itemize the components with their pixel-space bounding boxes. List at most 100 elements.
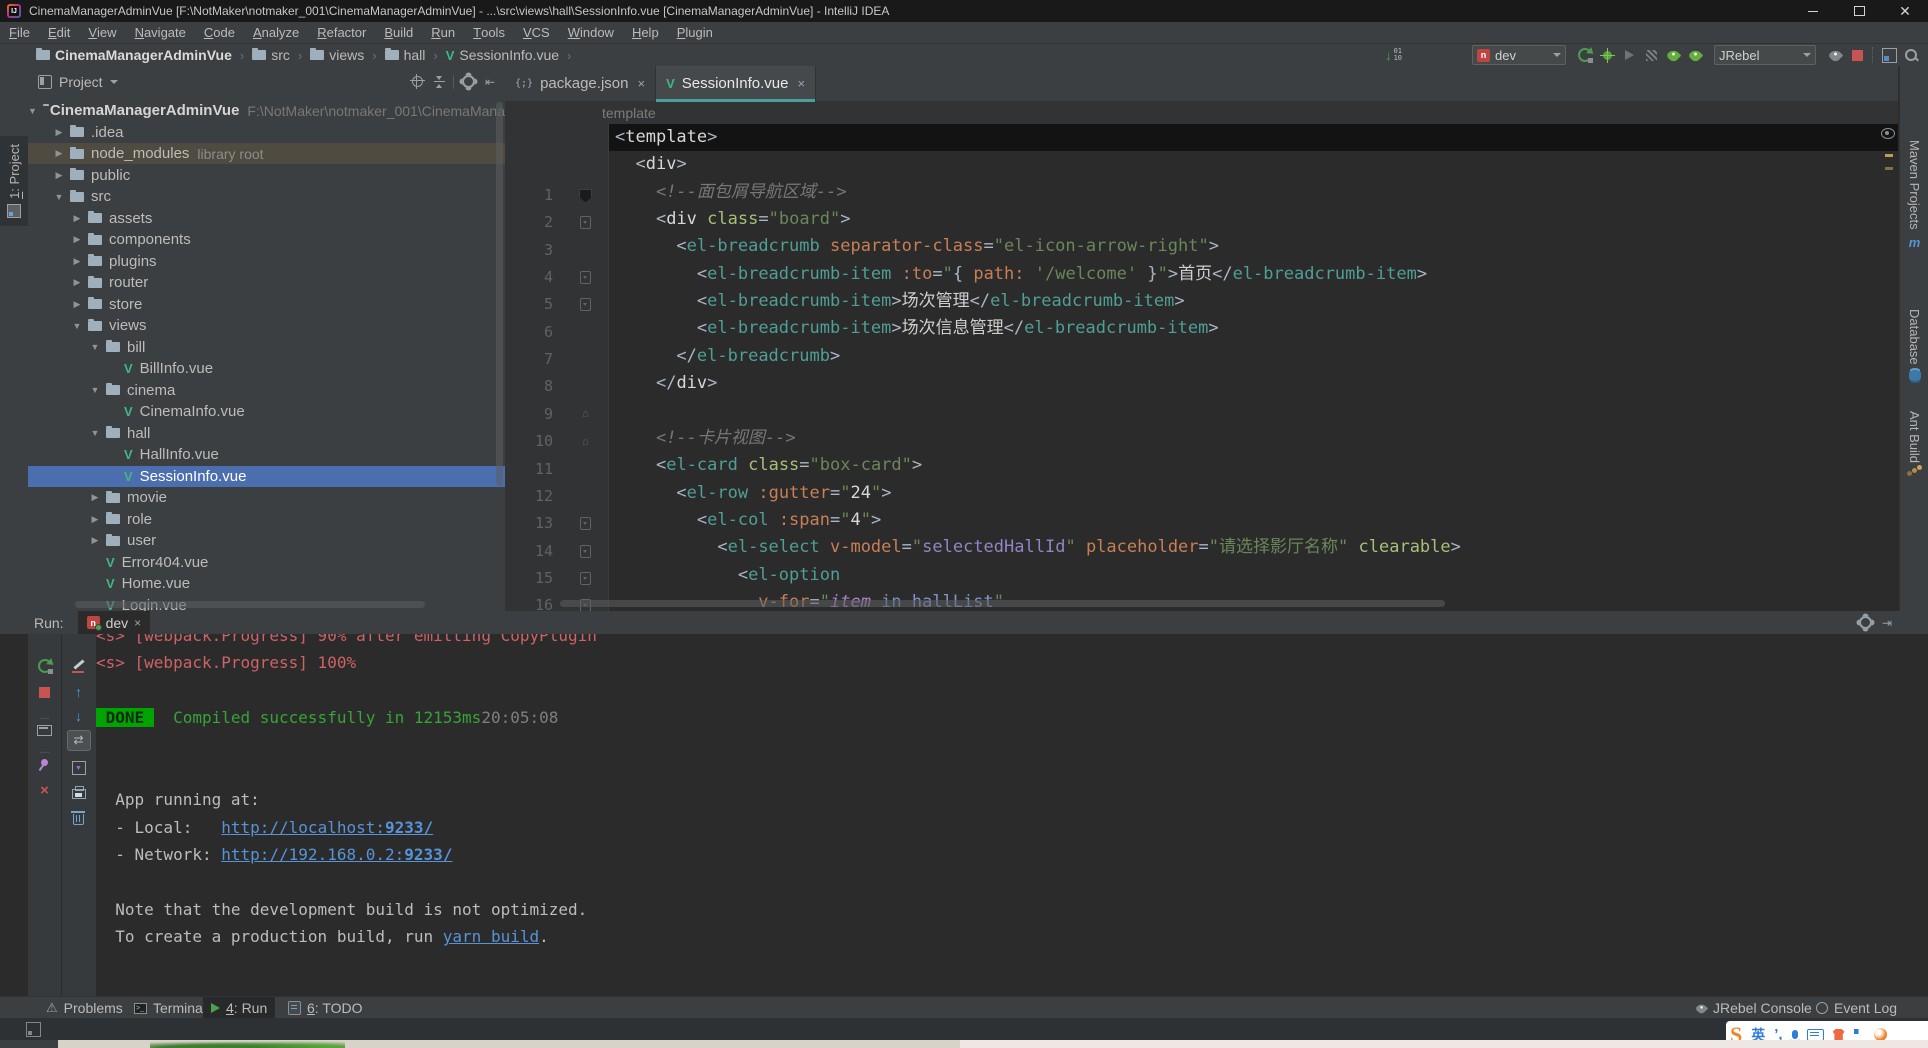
tree-item-views[interactable]: ▼views (28, 315, 505, 336)
menu-build[interactable]: Build (375, 22, 422, 43)
console-link[interactable]: yarn build (443, 927, 539, 946)
show-running-list-button[interactable] (28, 720, 61, 740)
error-stripe-mark[interactable] (1885, 154, 1893, 157)
expand-arrow-icon[interactable]: ▶ (54, 170, 64, 181)
toolwindow-button-6-todo[interactable]: 6: TODO (280, 997, 371, 1019)
expand-arrow-icon[interactable]: ▶ (90, 492, 100, 503)
print-button[interactable] (62, 782, 95, 802)
tree-item-role[interactable]: ▶role (28, 509, 505, 530)
expand-arrow-icon[interactable]: ▼ (90, 342, 100, 352)
settings-gear-button[interactable] (457, 72, 479, 92)
toolwindow-button-4-run[interactable]: 4: Run (203, 997, 275, 1019)
expand-arrow-icon[interactable]: ▶ (72, 234, 82, 245)
locate-file-button[interactable] (406, 72, 428, 92)
close-icon[interactable]: × (637, 76, 645, 91)
keyboard-icon[interactable] (1807, 1029, 1824, 1041)
run-panel-settings-button[interactable] (1854, 613, 1876, 633)
menu-refactor[interactable]: Refactor (308, 22, 375, 43)
breadcrumb-template[interactable]: template (602, 105, 656, 121)
editor-horizontal-scrollbar[interactable] (560, 600, 1445, 607)
tree-item-CinemaInfo.vue[interactable]: VCinemaInfo.vue (28, 401, 505, 422)
tree-item-.idea[interactable]: ▶.idea (28, 122, 505, 143)
console-link[interactable]: http://192.168.0.2: (221, 845, 404, 864)
tree-item-CinemaManagerAdminVue[interactable]: ▼CinemaManagerAdminVueF:\NotMaker\notmak… (28, 100, 505, 121)
search-everywhere-button[interactable] (1900, 45, 1922, 65)
expand-arrow-icon[interactable]: ▶ (54, 127, 64, 138)
editor-tab-SessionInfo.vue[interactable]: VSessionInfo.vue× (656, 66, 816, 101)
tree-item-Home.vue[interactable]: VHome.vue (28, 573, 505, 594)
pin-tab-button[interactable] (28, 752, 61, 772)
expand-arrow-icon[interactable]: ▶ (90, 514, 100, 525)
run-panel-hide-button[interactable]: ⇥ (1876, 613, 1898, 633)
tree-item-plugins[interactable]: ▶plugins (28, 251, 505, 272)
expand-arrow-icon[interactable]: ▼ (90, 428, 100, 438)
close-icon[interactable]: × (134, 616, 141, 630)
menu-view[interactable]: View (79, 22, 125, 43)
expand-arrow-icon[interactable]: ▶ (72, 277, 82, 288)
nav-crumb-CinemaManagerAdminVue[interactable]: CinemaManagerAdminVue (55, 47, 232, 63)
chevron-down-icon[interactable] (110, 80, 118, 84)
menu-run[interactable]: Run (422, 22, 464, 43)
expand-arrow-icon[interactable]: ▼ (90, 385, 100, 395)
coverage-button-disabled[interactable] (1640, 45, 1662, 65)
microphone-icon[interactable] (1792, 1030, 1798, 1039)
toolwindow-button-jrebel-console[interactable]: JRebel Console (1688, 997, 1820, 1019)
tree-item-node_modules[interactable]: ▶node_moduleslibrary root (28, 143, 505, 164)
tree-item-router[interactable]: ▶router (28, 272, 505, 293)
expand-arrow-icon[interactable]: ▶ (72, 299, 82, 310)
down-stack-trace-button[interactable]: ↓ (62, 706, 95, 726)
rerun-button[interactable] (28, 656, 61, 676)
close-tab-button[interactable]: × (28, 780, 61, 800)
console-link[interactable]: http://localhost: (221, 818, 385, 837)
project-panel-title[interactable]: Project (59, 74, 103, 90)
stop-button[interactable] (1846, 45, 1868, 65)
menu-window[interactable]: Window (559, 22, 623, 43)
menu-navigate[interactable]: Navigate (126, 22, 195, 43)
tree-item-SessionInfo.vue[interactable]: VSessionInfo.vue (28, 466, 505, 487)
filter-output-button[interactable] (62, 656, 95, 676)
fold-collapse-icon[interactable] (579, 264, 592, 291)
run-console-output[interactable]: <s> [webpack.Progress] 90% after emittin… (96, 634, 1890, 996)
tree-item-components[interactable]: ▶components (28, 229, 505, 250)
up-stack-trace-button[interactable]: ↑ (62, 682, 95, 702)
jrebel-debug-button[interactable] (1684, 45, 1706, 65)
menu-tools[interactable]: Tools (464, 22, 514, 43)
collapse-all-button[interactable] (428, 72, 450, 92)
menu-code[interactable]: Code (195, 22, 244, 43)
strip-tab-database[interactable]: Database (1900, 309, 1928, 381)
nav-crumb-SessionInfo.vue[interactable]: SessionInfo.vue (459, 47, 559, 63)
menu-help[interactable]: Help (623, 22, 668, 43)
nav-crumb-hall[interactable]: hall (404, 47, 426, 63)
close-button[interactable]: ✕ (1882, 0, 1928, 22)
skin-icon[interactable] (1833, 1029, 1845, 1040)
run-configuration-select[interactable]: n dev (1472, 45, 1566, 65)
tree-item-movie[interactable]: ▶movie (28, 487, 505, 508)
strip-tab-ant-build[interactable]: Ant Build (1900, 411, 1928, 473)
menu-file[interactable]: File (0, 22, 39, 43)
tree-item-hall[interactable]: ▼hall (28, 423, 505, 444)
expand-arrow-icon[interactable]: ▶ (72, 256, 82, 267)
fold-region-marker-icon[interactable] (579, 182, 592, 209)
soft-wrap-button-selected[interactable]: ⇄ (62, 730, 95, 750)
nav-crumb-src[interactable]: src (271, 47, 290, 63)
strip-tab-maven-projects[interactable]: Maven Projectsm (1900, 140, 1928, 250)
expand-arrow-icon[interactable]: ▶ (54, 148, 64, 159)
tree-item-Error404.vue[interactable]: VError404.vue (28, 552, 505, 573)
expand-arrow-icon[interactable]: ▼ (72, 321, 82, 331)
tree-item-bill[interactable]: ▼bill (28, 337, 505, 358)
run-with-jrebel-listen-button[interactable] (1596, 45, 1618, 65)
tree-item-cinema[interactable]: ▼cinema (28, 380, 505, 401)
menu-edit[interactable]: Edit (39, 22, 79, 43)
tree-item-BillInfo.vue[interactable]: VBillInfo.vue (28, 358, 505, 379)
expand-arrow-icon[interactable]: ▶ (90, 535, 100, 546)
tree-item-public[interactable]: ▶public (28, 165, 505, 186)
menu-analyze[interactable]: Analyze (244, 22, 308, 43)
expand-arrow-icon[interactable]: ▶ (72, 213, 82, 224)
fold-collapse-icon[interactable] (579, 209, 592, 236)
hide-panel-button[interactable]: ⇤ (479, 72, 501, 92)
editor-tab-package.json[interactable]: {;}package.json× (505, 66, 656, 101)
menu-plugin[interactable]: Plugin (668, 22, 722, 43)
toolwindow-switcher-icon[interactable] (26, 1022, 41, 1037)
tree-item-assets[interactable]: ▶assets (28, 208, 505, 229)
run-button-disabled[interactable] (1618, 45, 1640, 65)
